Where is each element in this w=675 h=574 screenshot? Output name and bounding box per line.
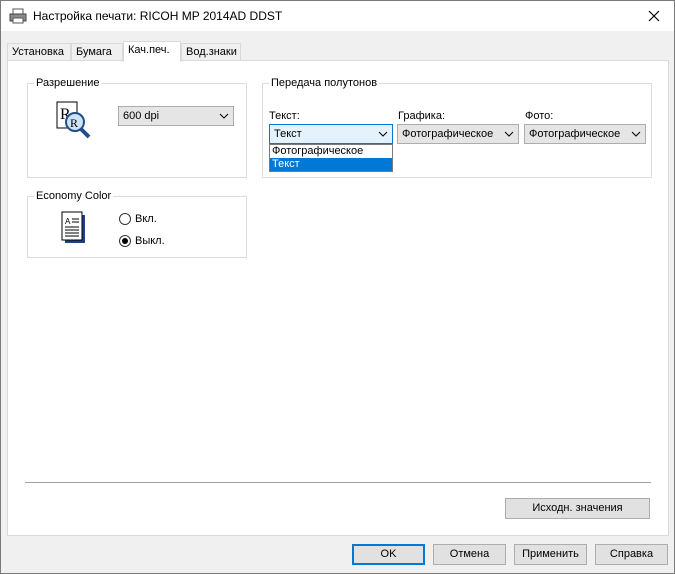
printer-icon bbox=[9, 8, 27, 24]
svg-text:A: A bbox=[65, 217, 71, 226]
svg-text:R: R bbox=[70, 116, 78, 130]
window-title: Настройка печати: RICOH MP 2014AD DDST bbox=[33, 9, 283, 23]
resolution-combobox[interactable]: 600 dpi bbox=[118, 106, 234, 126]
tab-setup[interactable]: Установка bbox=[7, 43, 71, 61]
graphics-mode-combobox[interactable]: Фотографическое bbox=[397, 124, 519, 144]
economy-color-group-label: Economy Color bbox=[34, 189, 114, 203]
chevron-down-icon bbox=[504, 131, 514, 137]
economy-off-label: Выкл. bbox=[135, 235, 165, 247]
dropdown-option-photographic[interactable]: Фотографическое bbox=[270, 145, 392, 158]
title-bar: Настройка печати: RICOH MP 2014AD DDST bbox=[1, 1, 674, 31]
graphics-mode-value: Фотографическое bbox=[402, 128, 494, 140]
radio-on-indicator bbox=[119, 213, 131, 225]
tab-paper[interactable]: Бумага bbox=[71, 43, 123, 61]
chevron-down-icon bbox=[219, 113, 229, 119]
photo-mode-value: Фотографическое bbox=[529, 128, 621, 140]
economy-on-radio[interactable]: Вкл. bbox=[119, 213, 157, 225]
document-icon: A bbox=[61, 211, 85, 243]
chevron-down-icon bbox=[631, 131, 641, 137]
resolution-group-label: Разрешение bbox=[34, 76, 102, 90]
text-mode-combobox[interactable]: Текст bbox=[269, 124, 393, 144]
resolution-group: Разрешение R R 600 dpi bbox=[27, 76, 247, 178]
dropdown-option-text[interactable]: Текст bbox=[270, 158, 392, 171]
tab-panel: Разрешение R R 600 dpi Economy Color A В… bbox=[7, 60, 669, 536]
text-mode-dropdown-list: Фотографическое Текст bbox=[269, 144, 393, 172]
halftone-group-label: Передача полутонов bbox=[269, 76, 380, 90]
print-settings-window: Настройка печати: RICOH MP 2014AD DDST У… bbox=[0, 0, 675, 574]
cancel-button[interactable]: Отмена bbox=[433, 544, 506, 565]
graphics-mode-label: Графика: bbox=[398, 110, 445, 122]
chevron-down-icon bbox=[378, 131, 388, 137]
text-mode-value: Текст bbox=[274, 128, 302, 140]
photo-mode-label: Фото: bbox=[525, 110, 554, 122]
economy-off-radio[interactable]: Выкл. bbox=[119, 235, 165, 247]
ok-button[interactable]: OK bbox=[352, 544, 425, 565]
close-button[interactable] bbox=[634, 1, 674, 31]
close-icon bbox=[648, 10, 660, 22]
resolution-magnifier-icon: R R bbox=[56, 101, 91, 139]
radio-off-indicator bbox=[119, 235, 131, 247]
halftone-group: Передача полутонов Текст: Текст Фотограф… bbox=[262, 76, 652, 178]
tab-watermarks[interactable]: Вод.знаки bbox=[181, 43, 241, 61]
restore-defaults-button[interactable]: Исходн. значения bbox=[505, 498, 650, 519]
apply-button[interactable]: Применить bbox=[514, 544, 587, 565]
economy-color-group: Economy Color A Вкл. Выкл. bbox=[27, 189, 247, 258]
help-button[interactable]: Справка bbox=[595, 544, 668, 565]
resolution-value: 600 dpi bbox=[123, 110, 160, 122]
separator bbox=[25, 482, 651, 483]
tab-print-quality[interactable]: Кач.печ. bbox=[123, 41, 181, 62]
economy-on-label: Вкл. bbox=[135, 213, 157, 225]
photo-mode-combobox[interactable]: Фотографическое bbox=[524, 124, 646, 144]
text-mode-label: Текст: bbox=[269, 110, 300, 122]
